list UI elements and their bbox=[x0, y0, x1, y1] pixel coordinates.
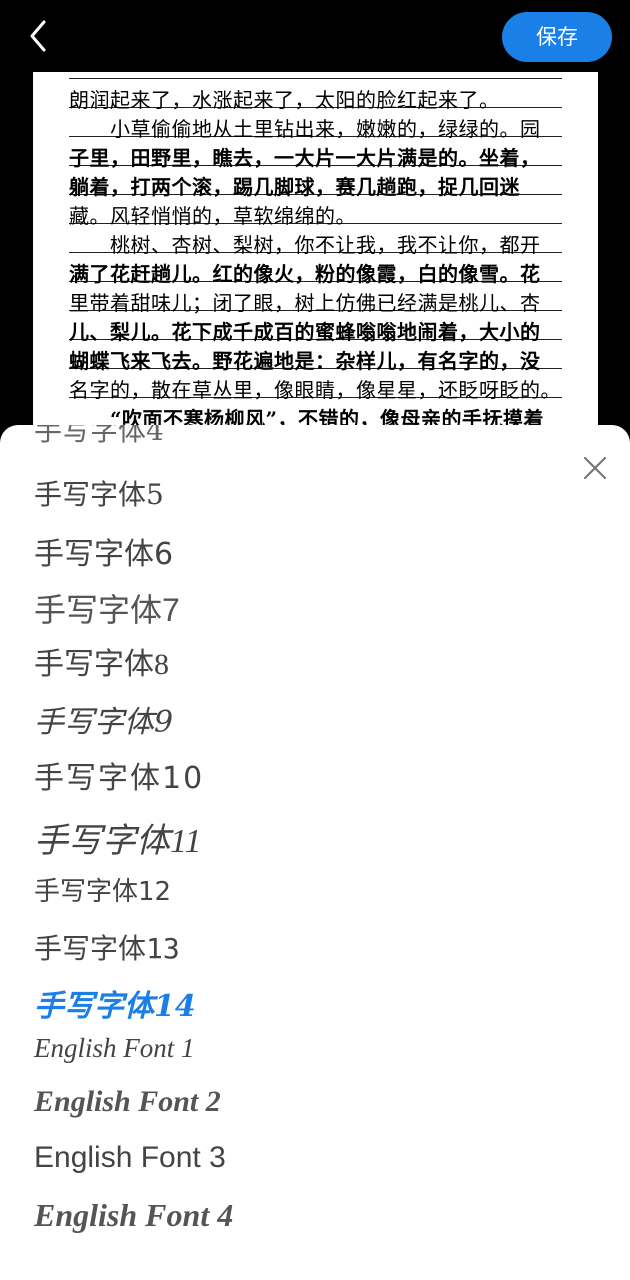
font-item[interactable]: English Font 1 bbox=[34, 1033, 195, 1064]
chevron-left-icon bbox=[30, 20, 46, 52]
document-line: 桃树、杏树、梨树，你不让我，我不让你，都开 bbox=[69, 233, 541, 257]
font-item[interactable]: English Font 3 bbox=[34, 1141, 226, 1175]
document-line: 子里，田野里，瞧去，一大片一大片满是的。坐着， bbox=[69, 146, 541, 170]
document-line: 小草偷偷地从土里钻出来，嫩嫩的，绿绿的。园 bbox=[69, 117, 541, 141]
save-button[interactable]: 保存 bbox=[502, 12, 612, 62]
document-line: 躺着，打两个滚，踢几脚球，赛几趟跑，捉几回迷 bbox=[69, 175, 520, 199]
font-selection-panel: 手写字体4 手写字体5 手写字体6 手写字体7 手写字体8 手写字体9 手写字体… bbox=[0, 425, 630, 1280]
back-button[interactable] bbox=[18, 14, 62, 58]
document-line: 藏。风轻悄悄的，草软绵绵的。 bbox=[69, 204, 356, 228]
ruled-line bbox=[69, 78, 562, 79]
font-item[interactable]: 手写字体13 bbox=[34, 927, 180, 967]
font-item[interactable]: 手写字体11 bbox=[34, 813, 201, 862]
font-item[interactable]: English Font 2 bbox=[34, 1085, 221, 1119]
top-bar: 保存 bbox=[0, 0, 630, 72]
close-icon bbox=[583, 456, 607, 480]
font-item[interactable]: 手写字体12 bbox=[34, 871, 171, 908]
document-line: 朗润起来了，水涨起来了，太阳的脸红起来了。 bbox=[69, 88, 500, 112]
font-item[interactable]: 手写字体5 bbox=[34, 473, 164, 513]
font-item[interactable]: 手写字体7 bbox=[34, 585, 180, 631]
font-list: 手写字体4 手写字体5 手写字体6 手写字体7 手写字体8 手写字体9 手写字体… bbox=[0, 425, 560, 1280]
document-line: 蝴蝶飞来飞去。野花遍地是：杂样儿，有名字的，没 bbox=[69, 349, 541, 373]
document-line: 满了花赶趟儿。红的像火，粉的像霞，白的像雪。花 bbox=[69, 262, 541, 286]
font-item[interactable]: 手写字体6 bbox=[34, 529, 173, 573]
font-item[interactable]: 手写字体9 bbox=[34, 697, 173, 741]
document-line: 里带着甜味儿；闭了眼，树上仿佛已经满是桃儿、杏 bbox=[69, 291, 541, 315]
document-line: 儿、梨儿。花下成千成百的蜜蜂嗡嗡地闹着，大小的 bbox=[69, 320, 541, 344]
close-button[interactable] bbox=[580, 453, 610, 483]
font-item[interactable]: English Font 4 bbox=[34, 1197, 233, 1234]
font-item[interactable]: 手写字体10 bbox=[34, 753, 204, 797]
document-preview: 朗润起来了，水涨起来了，太阳的脸红起来了。 小草偷偷地从土里钻出来，嫩嫩的，绿绿… bbox=[33, 72, 598, 442]
font-item[interactable]: 手写字体4 bbox=[34, 425, 164, 449]
font-item-selected[interactable]: 手写字体14 bbox=[34, 981, 196, 1025]
font-item[interactable]: 手写字体8 bbox=[34, 639, 169, 683]
document-line: 名字的，散在草丛里，像眼睛，像星星，还眨呀眨的。 bbox=[69, 378, 561, 402]
